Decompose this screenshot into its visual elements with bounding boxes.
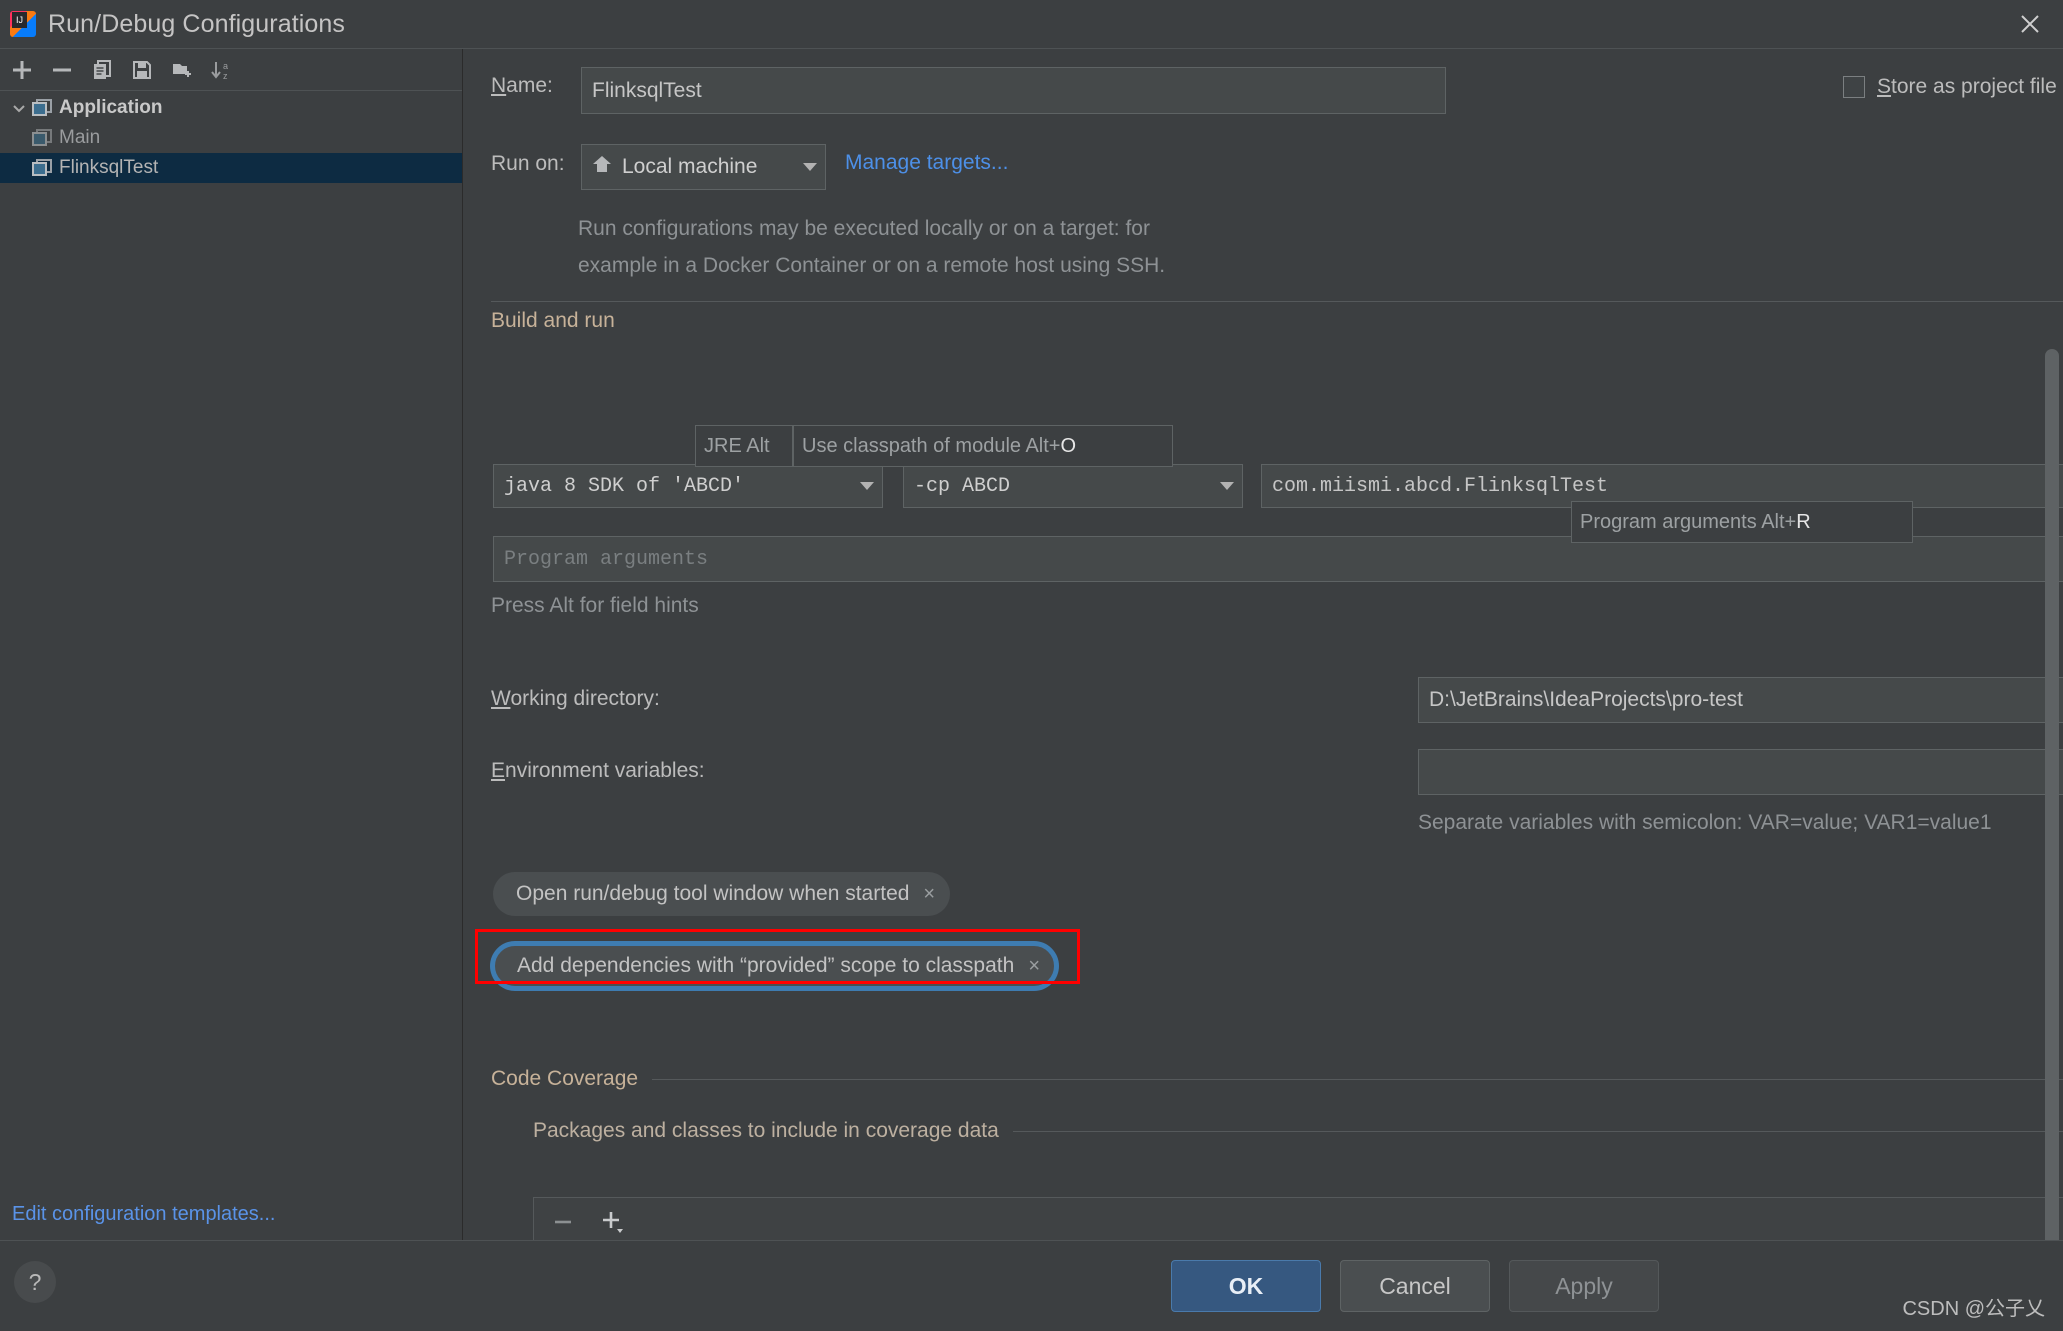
classpath-combobox[interactable]: -cp ABCD <box>903 464 1243 508</box>
section-divider <box>1012 1130 2063 1132</box>
chevron-down-icon[interactable] <box>1220 482 1234 490</box>
configuration-editor-panel: Name: FlinksqlTest Store as project file <box>463 49 2063 1240</box>
new-folder-button[interactable] <box>162 52 202 88</box>
chip-label: Add dependencies with “provided” scope t… <box>517 954 1015 977</box>
press-alt-hint: Press Alt for field hints <box>491 594 699 617</box>
svg-text:z: z <box>223 71 228 81</box>
title-bar: Run/Debug Configurations <box>0 0 2063 48</box>
dialog-footer: ? OK Cancel Apply CSDN @公子乂 <box>0 1240 2063 1331</box>
close-icon[interactable] <box>1997 0 2063 48</box>
program-arguments-hint-key: R <box>1796 510 1811 533</box>
apply-button[interactable]: Apply <box>1509 1260 1659 1312</box>
tree-item-label: Main <box>59 127 101 148</box>
remove-configuration-button[interactable] <box>42 52 82 88</box>
manage-targets-link[interactable]: Manage targets... <box>845 151 1008 175</box>
name-input-value: FlinksqlTest <box>592 78 702 102</box>
run-on-value: Local machine <box>622 155 758 178</box>
configurations-panel: a z Application Main FlinksqlTest Edit c… <box>0 49 463 1240</box>
tree-item-main[interactable]: Main <box>0 123 462 153</box>
name-input[interactable]: FlinksqlTest <box>581 67 1446 114</box>
tree-group-application[interactable]: Application <box>0 93 462 123</box>
watermark: CSDN @公子乂 <box>1902 1298 2045 1320</box>
close-icon[interactable]: × <box>923 883 935 906</box>
chevron-down-icon[interactable] <box>803 163 817 171</box>
application-icon <box>32 159 52 177</box>
ok-button[interactable]: OK <box>1171 1260 1321 1312</box>
working-directory-label: Working directory: <box>491 687 660 710</box>
chip-add-provided-dependencies[interactable]: Add dependencies with “provided” scope t… <box>493 944 1056 988</box>
store-as-project-file-checkbox[interactable] <box>1843 75 1865 98</box>
use-classpath-of-module-hint: Use classpath of module Alt+ O <box>793 425 1173 467</box>
coverage-packages-list[interactable]: ✓ com.miismi.abcd.* <box>533 1197 2063 1240</box>
close-icon[interactable]: × <box>1028 955 1040 978</box>
use-classpath-hint-label: Use classpath of module Alt+ <box>802 434 1061 457</box>
jre-hint-label: JRE Alt <box>704 434 770 457</box>
section-divider <box>652 1078 2063 1080</box>
working-directory-value: D:\JetBrains\IdeaProjects\pro-test <box>1429 688 1743 711</box>
jre-combobox[interactable]: java 8 SDK of 'ABCD' <box>493 464 883 508</box>
code-coverage-caption: Code Coverage <box>491 1067 639 1090</box>
save-configuration-button[interactable] <box>122 52 162 88</box>
build-and-run-caption: Build and run <box>491 309 615 332</box>
target-description-line-2: example in a Docker Container or on a re… <box>578 254 1166 277</box>
run-debug-configurations-dialog: Run/Debug Configurations <box>0 0 2063 1331</box>
coverage-list-toolbar <box>534 1198 2063 1240</box>
section-divider <box>491 301 2063 302</box>
tree-item-label: FlinksqlTest <box>59 157 159 178</box>
home-icon <box>592 155 612 179</box>
chevron-down-icon[interactable] <box>6 100 32 116</box>
program-arguments-hint-label: Program arguments Alt+ <box>1580 510 1797 533</box>
vertical-scrollbar[interactable] <box>2045 349 2059 1240</box>
store-as-project-file-label: Store as project file <box>1877 74 2057 98</box>
window-title: Run/Debug Configurations <box>48 9 346 38</box>
cancel-button[interactable]: Cancel <box>1340 1260 1490 1312</box>
configurations-toolbar: a z <box>0 49 462 91</box>
intellij-logo-icon <box>10 11 36 37</box>
add-configuration-button[interactable] <box>2 52 42 88</box>
help-button[interactable]: ? <box>14 1261 56 1303</box>
remove-package-button[interactable] <box>552 1211 574 1238</box>
run-on-label: Run on: <box>491 152 565 175</box>
dialog-body: a z Application Main FlinksqlTest Edit c… <box>0 48 2063 1240</box>
chevron-down-icon[interactable] <box>860 482 874 490</box>
copy-configuration-button[interactable] <box>82 52 122 88</box>
chip-label: Open run/debug tool window when started <box>516 882 910 905</box>
program-arguments-placeholder: Program arguments <box>504 547 709 571</box>
packages-caption: Packages and classes to include in cover… <box>533 1119 999 1142</box>
add-package-button[interactable] <box>600 1209 626 1240</box>
run-on-combobox[interactable]: Local machine <box>581 144 826 190</box>
application-icon <box>32 129 52 147</box>
environment-variables-hint: Separate variables with semicolon: VAR=v… <box>1418 811 1992 834</box>
chip-open-tool-window[interactable]: Open run/debug tool window when started … <box>493 872 951 916</box>
name-label: Name: <box>491 74 553 97</box>
jre-value: java 8 SDK of 'ABCD' <box>504 474 745 498</box>
svg-text:a: a <box>223 61 228 71</box>
environment-variables-label: Environment variables: <box>491 759 705 782</box>
program-arguments-hint: Program arguments Alt+ R <box>1571 501 1913 543</box>
tree-item-flinksqltest[interactable]: FlinksqlTest <box>0 153 462 183</box>
sort-configurations-button[interactable]: a z <box>202 52 242 88</box>
configurations-tree[interactable]: Application Main FlinksqlTest <box>0 91 462 1240</box>
configuration-editor-scroll: Name: FlinksqlTest Store as project file <box>463 49 2063 1240</box>
use-classpath-hint-key: O <box>1060 434 1077 457</box>
target-description-line-1: Run configurations may be executed local… <box>578 217 1150 240</box>
application-icon <box>32 99 52 117</box>
jre-hint: JRE Alt <box>695 425 793 467</box>
environment-variables-input[interactable] <box>1418 749 2063 795</box>
working-directory-input[interactable]: D:\JetBrains\IdeaProjects\pro-test <box>1418 677 2063 723</box>
edit-configuration-templates-link[interactable]: Edit configuration templates... <box>12 1203 275 1226</box>
tree-group-label: Application <box>59 97 163 118</box>
main-class-value: com.miismi.abcd.FlinksqlTest <box>1272 474 1609 498</box>
classpath-value: -cp ABCD <box>914 474 1011 498</box>
